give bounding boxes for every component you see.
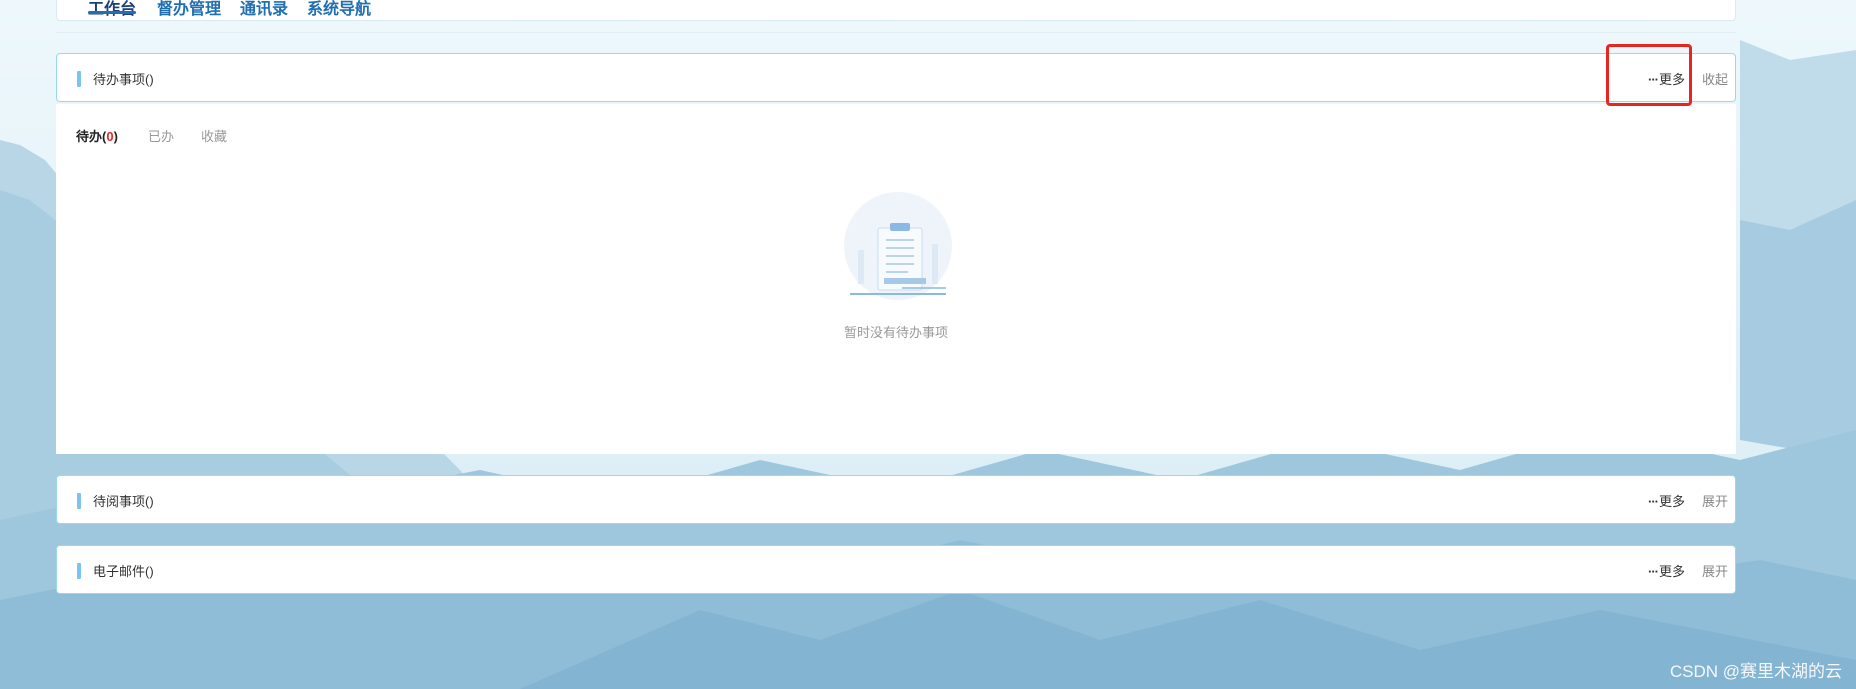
active-tab-indicator [88, 11, 136, 14]
toread-panel-title: 待阅事项() [93, 494, 154, 509]
toread-more-button[interactable]: ···更多 [1648, 491, 1685, 510]
divider [56, 32, 1736, 33]
email-more-button[interactable]: ···更多 [1648, 561, 1685, 580]
email-panel-title: 电子邮件() [93, 564, 154, 579]
more-dots-icon: ··· [1647, 494, 1659, 509]
top-tab-system-nav[interactable]: 系统导航 [307, 0, 371, 19]
todo-panel-title: 待办事项() [93, 72, 154, 87]
top-tab-workbench[interactable]: 工作台 [88, 0, 136, 19]
toread-expand-button[interactable]: 展开 [1702, 491, 1728, 510]
watermark-text: CSDN @赛里木湖的云 [1669, 662, 1842, 681]
top-nav-bar: 工作台 督办管理 通讯录 系统导航 [56, 0, 1736, 21]
empty-state-text: 暂时没有待办事项 [843, 325, 948, 340]
subtab-pending-label: 待办( [76, 129, 107, 144]
title-accent-bar [77, 563, 81, 579]
email-panel-header: 电子邮件() ···更多 展开 [56, 545, 1736, 594]
more-dots-icon: ··· [1647, 564, 1659, 579]
pending-count: 0 [106, 129, 114, 144]
toread-panel-header: 待阅事项() ···更多 展开 [56, 475, 1736, 524]
subtab-favorites[interactable]: 收藏 [201, 126, 227, 145]
subtab-pending-close: ) [113, 129, 118, 144]
more-label: 更多 [1658, 564, 1685, 579]
todo-collapse-button[interactable]: 收起 [1702, 69, 1728, 88]
subtab-pending[interactable]: 待办(0) [76, 126, 118, 145]
subtab-done[interactable]: 已办 [148, 126, 174, 145]
title-accent-bar [77, 71, 81, 87]
todo-panel-body: 待办(0) 已办 收藏 暂时没有待办事项 [56, 104, 1736, 454]
more-label: 更多 [1658, 494, 1685, 509]
top-tab-supervision[interactable]: 督办管理 [157, 0, 221, 19]
top-tab-contacts[interactable]: 通讯录 [240, 0, 288, 19]
empty-document-icon [844, 192, 952, 300]
title-accent-bar [77, 493, 81, 509]
highlight-annotation [1606, 44, 1692, 106]
email-expand-button[interactable]: 展开 [1702, 561, 1728, 580]
todo-panel-header: 待办事项() ···更多 收起 [56, 53, 1736, 102]
